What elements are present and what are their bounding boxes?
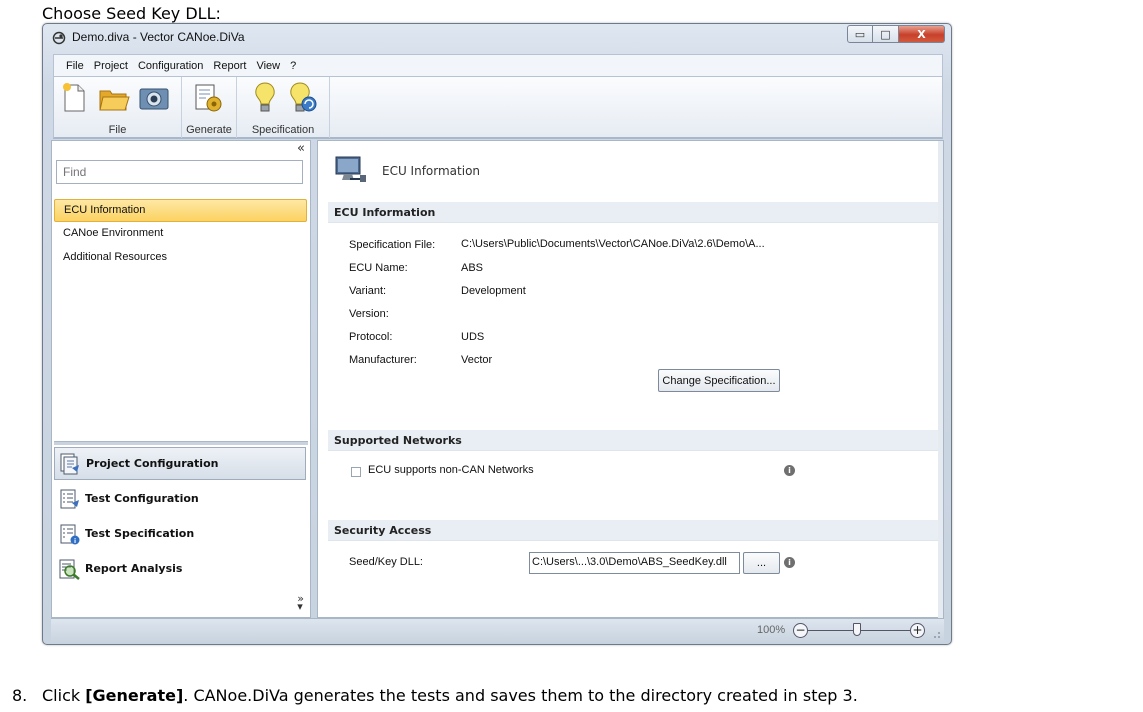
window-title: Demo.diva - Vector CANoe.DiVa xyxy=(72,30,245,44)
non-can-networks-label: ECU supports non-CAN Networks xyxy=(368,464,534,476)
section-label: Test Configuration xyxy=(85,492,199,505)
nav-item-ecu-information[interactable]: ECU Information xyxy=(54,199,307,222)
content-pane: ECU Information ECU Information Specific… xyxy=(317,140,944,619)
step-text-suffix: . CANoe.DiVa generates the tests and sav… xyxy=(183,686,858,705)
ribbon-group-label-specification: Specification xyxy=(251,124,315,136)
section-label: Project Configuration xyxy=(86,457,219,470)
generate-button[interactable] xyxy=(192,81,224,115)
minimize-icon: ▭ xyxy=(854,27,866,41)
close-icon: X xyxy=(917,27,926,41)
section-test-configuration[interactable]: Test Configuration xyxy=(54,482,306,515)
window-controls: ▭ □ X xyxy=(847,25,945,43)
collapse-pane-icon[interactable]: « xyxy=(297,141,305,156)
change-specification-button[interactable]: Change Specification... xyxy=(658,369,780,392)
protocol-label: Protocol: xyxy=(349,331,393,343)
nav-item-additional-resources[interactable]: Additional Resources xyxy=(54,247,307,270)
main-area: « ECU Information CANoe Environment Addi… xyxy=(51,140,944,619)
pane-splitter[interactable] xyxy=(54,441,308,445)
menu-project[interactable]: Project xyxy=(94,60,128,72)
non-can-networks-checkbox[interactable] xyxy=(351,467,361,477)
step-number: 8. xyxy=(12,686,28,705)
ribbon-group-label-generate: Generate xyxy=(186,124,232,136)
instruction-step: 8. Click [Generate]. CANoe.DiVa generates… xyxy=(12,686,858,705)
menu-bar: File Project Configuration Report View ? xyxy=(53,54,943,76)
security-access-section-header: Security Access xyxy=(328,520,940,541)
report-analysis-icon xyxy=(59,559,80,580)
open-folder-icon xyxy=(99,90,130,111)
supported-networks-section-header: Supported Networks xyxy=(328,430,940,451)
browse-button[interactable]: ... xyxy=(743,552,780,574)
section-label: Report Analysis xyxy=(85,562,183,575)
close-button[interactable]: X xyxy=(899,25,945,43)
zoom-level: 100% xyxy=(757,624,786,636)
app-window: Demo.diva - Vector CANoe.DiVa ▭ □ X File… xyxy=(42,23,952,645)
status-bar: 100% − + xyxy=(51,618,944,642)
more-sections-icon[interactable]: » ▾ xyxy=(297,593,304,612)
menu-file[interactable]: File xyxy=(66,60,84,72)
section-project-configuration[interactable]: Project Configuration xyxy=(54,447,306,480)
variant-value: Development xyxy=(461,285,526,297)
specification-button[interactable] xyxy=(249,81,281,115)
step-text-prefix: Click xyxy=(42,686,86,705)
variant-label: Variant: xyxy=(349,285,387,297)
zoom-slider-thumb[interactable] xyxy=(853,623,861,636)
ecu-information-section-header: ECU Information xyxy=(328,202,940,223)
ribbon: File Generate Specification xyxy=(53,76,943,139)
ecu-name-label: ECU Name: xyxy=(349,262,408,274)
svg-text:i: i xyxy=(74,538,76,545)
open-button[interactable] xyxy=(98,81,130,115)
step-generate-reference: [Generate] xyxy=(85,686,184,705)
seed-key-dll-input[interactable]: C:\Users\...\3.0\Demo\ABS_SeedKey.dll xyxy=(529,552,740,574)
test-specification-icon: i xyxy=(60,524,80,545)
section-label: Test Specification xyxy=(85,527,195,540)
manufacturer-label: Manufacturer: xyxy=(349,354,417,366)
minimize-button[interactable]: ▭ xyxy=(847,25,873,43)
maximize-button[interactable]: □ xyxy=(873,25,899,43)
navigation-pane: « ECU Information CANoe Environment Addi… xyxy=(51,140,311,618)
ribbon-group-generate: Generate xyxy=(182,77,237,138)
find-input[interactable] xyxy=(56,160,303,184)
generate-icon xyxy=(195,84,222,112)
title-bar: Demo.diva - Vector CANoe.DiVa ▭ □ X xyxy=(43,24,951,52)
ecu-computer-icon xyxy=(335,156,366,182)
lightbulb-icon xyxy=(255,82,275,112)
resize-grip-icon[interactable] xyxy=(931,629,941,639)
manufacturer-value: Vector xyxy=(461,354,493,366)
section-test-specification[interactable]: i Test Specification xyxy=(54,517,306,550)
new-icon xyxy=(63,83,85,112)
info-icon[interactable]: i xyxy=(784,465,795,476)
maximize-icon: □ xyxy=(880,27,891,41)
new-button[interactable] xyxy=(58,81,90,115)
scrollbar[interactable] xyxy=(938,141,943,619)
zoom-out-button[interactable]: − xyxy=(793,623,808,638)
specification-file-value: C:\Users\Public\Documents\Vector\CANoe.D… xyxy=(461,238,765,250)
menu-help[interactable]: ? xyxy=(290,60,296,72)
zoom-in-button[interactable]: + xyxy=(910,623,925,638)
section-report-analysis[interactable]: Report Analysis xyxy=(54,552,306,585)
menu-view[interactable]: View xyxy=(256,60,280,72)
app-icon xyxy=(52,31,66,45)
menu-report[interactable]: Report xyxy=(213,60,246,72)
document-heading: Choose Seed Key DLL: xyxy=(42,4,221,23)
content-header-title: ECU Information xyxy=(382,164,481,178)
seed-key-dll-label: Seed/Key DLL: xyxy=(349,556,423,568)
project-configuration-icon xyxy=(60,453,79,474)
test-configuration-icon xyxy=(60,489,79,508)
ribbon-group-specification: Specification xyxy=(237,77,330,138)
ribbon-group-label-file: File xyxy=(108,124,127,136)
save-button[interactable] xyxy=(138,81,170,115)
save-camera-icon xyxy=(139,88,169,110)
info-icon[interactable]: i xyxy=(784,557,795,568)
protocol-value: UDS xyxy=(461,331,485,343)
lightbulb-refresh-icon xyxy=(290,82,317,112)
specification-refresh-button[interactable] xyxy=(287,81,319,115)
specification-file-label: Specification File: xyxy=(349,239,436,251)
menu-configuration[interactable]: Configuration xyxy=(138,60,203,72)
ecu-name-value: ABS xyxy=(461,262,484,274)
version-label: Version: xyxy=(349,308,389,320)
ribbon-group-file: File xyxy=(54,77,182,138)
nav-item-canoe-environment[interactable]: CANoe Environment xyxy=(54,223,307,246)
